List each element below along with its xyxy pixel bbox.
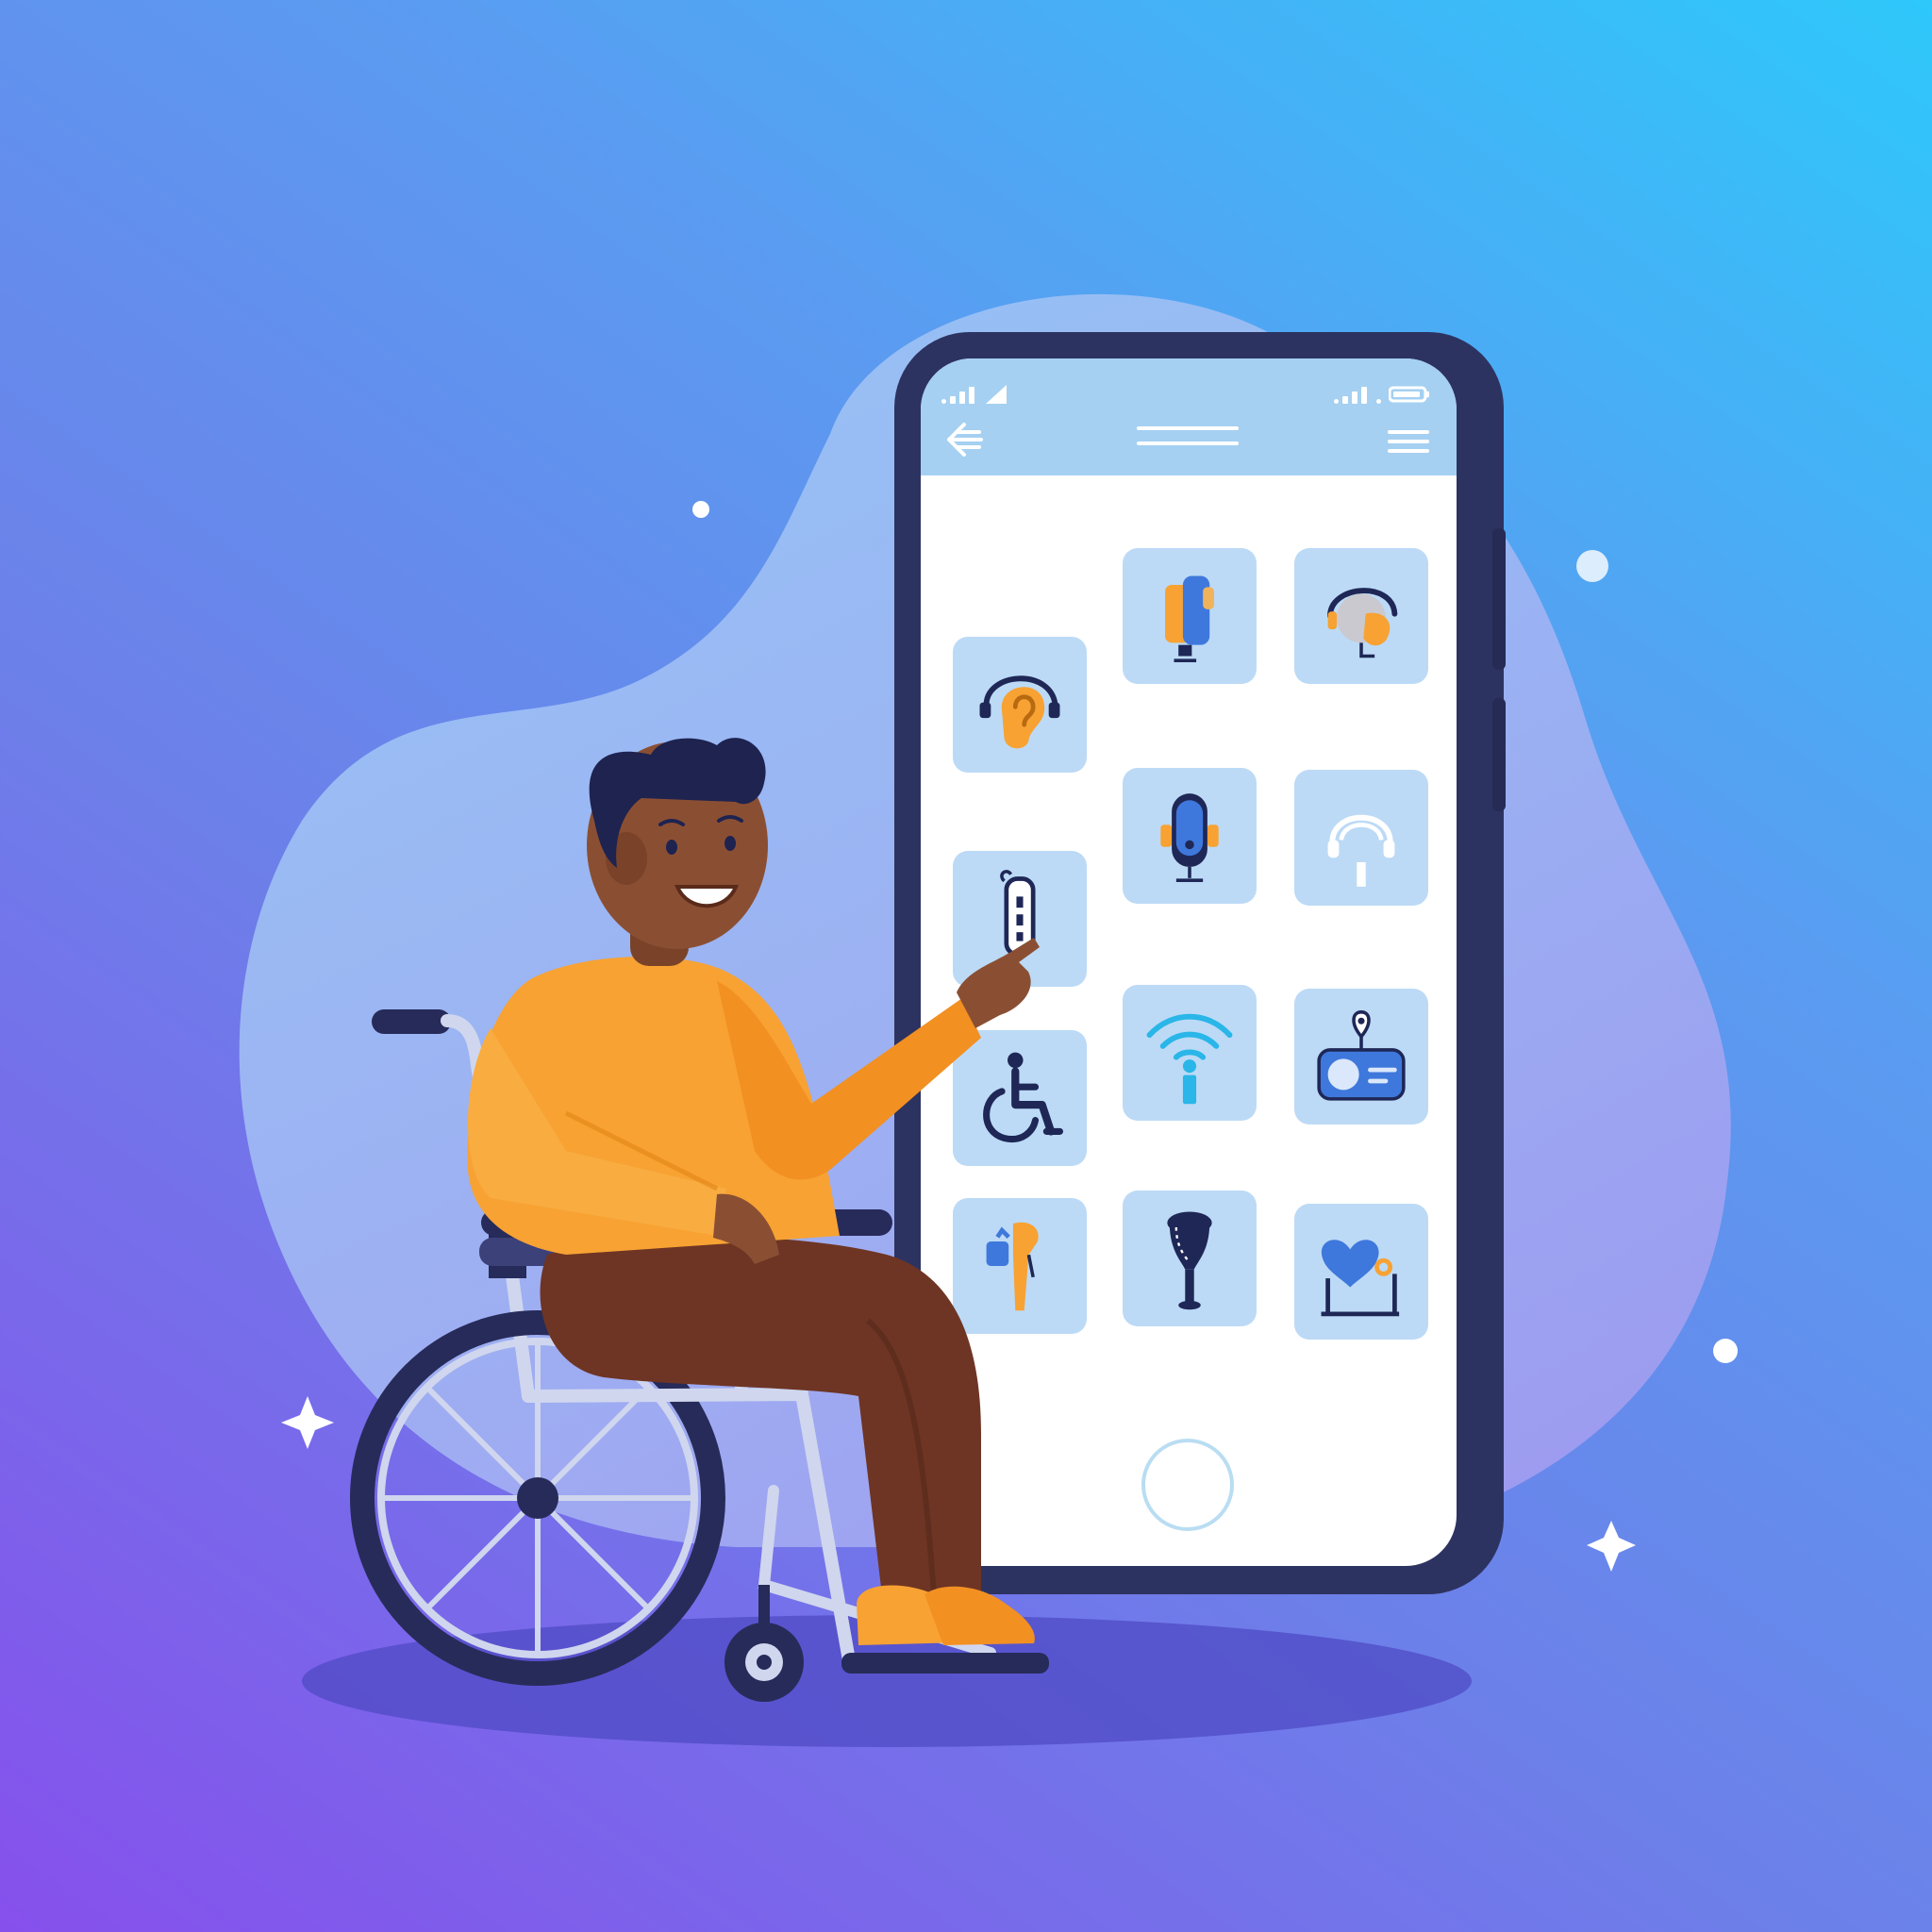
shoe: [924, 1586, 1035, 1645]
pointing-hand: [957, 938, 1040, 1028]
person-in-wheelchair: [350, 738, 1049, 1702]
